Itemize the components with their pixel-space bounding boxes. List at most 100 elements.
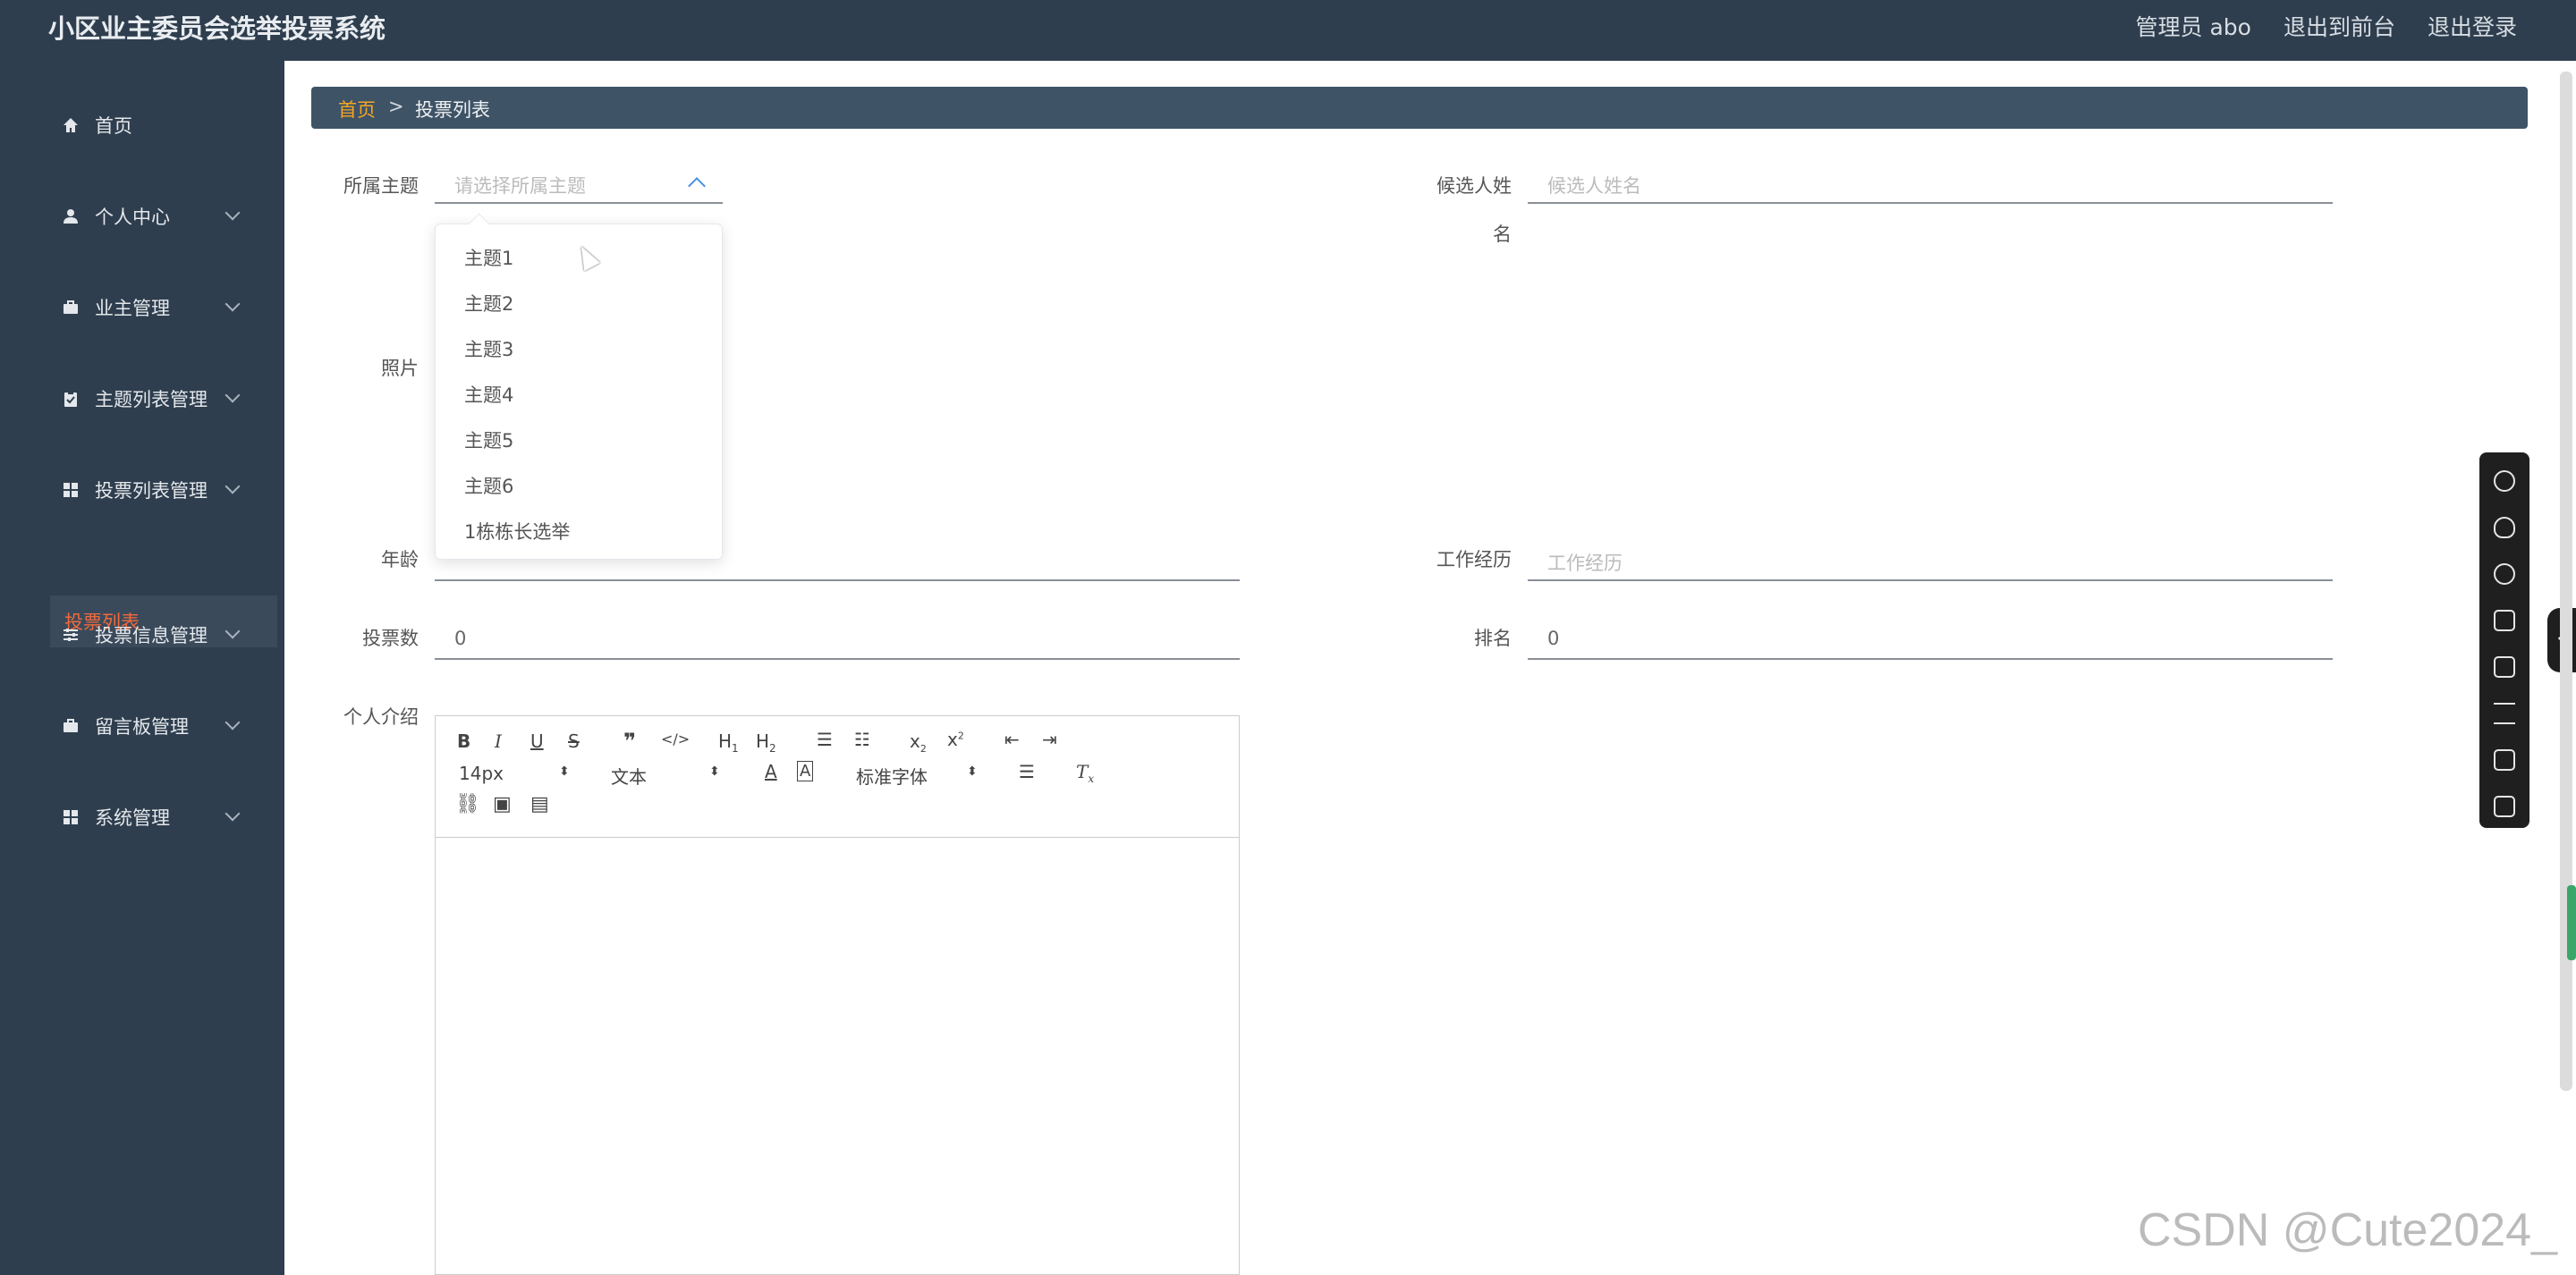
home-icon xyxy=(61,115,80,135)
rank-input[interactable]: 0 xyxy=(1528,619,2333,660)
floating-tool-strip xyxy=(2479,452,2529,828)
current-user: 管理员 abo xyxy=(2135,14,2251,40)
sidebar-item-owner-management[interactable]: 业主管理 xyxy=(0,281,277,334)
candidate-name-label-line1: 候选人姓 xyxy=(1436,175,1512,197)
font-size-select[interactable]: 14px xyxy=(459,763,504,784)
sidebar-item-label: 留言板管理 xyxy=(95,716,189,738)
photo-label: 照片 xyxy=(381,358,419,379)
candidate-name-placeholder: 候选人姓名 xyxy=(1547,175,1641,197)
scrollbar-accent xyxy=(2567,885,2576,960)
intro-label: 个人介绍 xyxy=(343,706,419,728)
sidebar-item-topic-management[interactable]: 主题列表管理 xyxy=(0,372,277,426)
font-family-select[interactable]: 标准字体 xyxy=(856,763,928,789)
chevron-down-icon xyxy=(225,296,241,312)
chevron-down-icon xyxy=(225,623,241,639)
sidebar-item-system-management[interactable]: 系统管理 xyxy=(0,790,277,844)
work-experience-label: 工作经历 xyxy=(1436,549,1512,570)
code-icon[interactable]: </> xyxy=(661,730,690,747)
candidate-name-input[interactable]: 候选人姓名 xyxy=(1528,163,2333,204)
subscript-icon[interactable]: x2 xyxy=(910,730,927,755)
chevron-down-icon xyxy=(225,205,241,221)
font-family-arrows-icon: ⬍ xyxy=(967,764,978,779)
flame-tool-icon[interactable] xyxy=(2494,517,2515,538)
logout-link[interactable]: 退出登录 xyxy=(2428,11,2517,45)
heading2-icon[interactable]: H2 xyxy=(756,730,776,755)
dropdown-option[interactable]: 主题1 xyxy=(464,244,513,271)
camera-tool-icon[interactable] xyxy=(2494,796,2515,817)
background-color-icon[interactable]: A xyxy=(797,761,814,781)
user-icon xyxy=(61,207,80,226)
compress-tool-icon[interactable] xyxy=(2494,749,2515,771)
sidebar-item-label: 投票信息管理 xyxy=(95,625,208,646)
age-label: 年龄 xyxy=(381,549,419,570)
sidebar-item-vote-info-management-row[interactable]: 投票信息管理 xyxy=(0,608,277,662)
header-actions: 管理员 abo 退出到前台 退出登录 xyxy=(2136,11,2517,45)
heading1-icon[interactable]: H1 xyxy=(718,730,739,755)
intro-rich-text-editor: B I U S ❞ </> H1 H2 ☰ ☷ x2 x2 ⇤ ⇥ 14px ⬍… xyxy=(435,715,1240,1275)
rank-label: 排名 xyxy=(1474,628,1512,649)
sidebar: 首页 个人中心 业主管理 主题列表管理 投票列表管理 投票列表 投票信息管理 留… xyxy=(0,61,284,1275)
candidate-name-label-line2: 名 xyxy=(1493,224,1512,245)
chevron-down-icon xyxy=(225,714,241,730)
superscript-icon[interactable]: x2 xyxy=(947,729,964,750)
dropdown-option[interactable]: 主题2 xyxy=(464,290,513,317)
top-header: 小区业主委员会选举投票系统 管理员 abo 退出到前台 退出登录 xyxy=(0,0,2576,61)
bold-icon[interactable]: B xyxy=(457,730,470,752)
dropdown-option[interactable]: 主题4 xyxy=(464,381,513,408)
sidebar-item-label: 个人中心 xyxy=(95,207,170,228)
sidebar-item-personal-center[interactable]: 个人中心 xyxy=(0,190,277,243)
breadcrumb-separator: > xyxy=(388,96,404,117)
dropdown-option[interactable]: 主题5 xyxy=(464,426,513,453)
align-icon[interactable]: ☰ xyxy=(1019,761,1035,782)
bullet-list-icon[interactable]: ☷ xyxy=(854,729,870,750)
votes-input[interactable]: 0 xyxy=(435,619,1240,660)
chevron-up-icon xyxy=(688,177,706,195)
clipboard-icon xyxy=(61,389,80,409)
breadcrumb-home-link[interactable]: 首页 xyxy=(338,96,376,122)
swap-tool-icon[interactable] xyxy=(2494,703,2515,724)
sidebar-item-home[interactable]: 首页 xyxy=(0,98,277,152)
dropdown-option[interactable]: 主题3 xyxy=(464,335,513,362)
dropdown-option[interactable]: 1栋栋长选举 xyxy=(464,518,570,545)
underline-icon[interactable]: U xyxy=(530,730,544,752)
sidebar-item-label: 首页 xyxy=(95,115,132,137)
exit-front-link[interactable]: 退出到前台 xyxy=(2284,11,2395,45)
app-title: 小区业主委员会选举投票系统 xyxy=(48,13,386,44)
indent-icon[interactable]: ⇥ xyxy=(1042,729,1057,750)
sidebar-item-label: 业主管理 xyxy=(95,298,170,319)
sidebar-item-label: 投票列表管理 xyxy=(95,480,208,502)
italic-icon[interactable]: I xyxy=(495,730,502,752)
dropdown-option[interactable]: 主题6 xyxy=(464,472,513,499)
votes-label: 投票数 xyxy=(362,628,419,649)
briefcase-icon xyxy=(61,716,80,736)
sidebar-item-label: 主题列表管理 xyxy=(95,389,208,410)
image-icon[interactable]: ▣ xyxy=(493,793,512,815)
chevron-down-icon xyxy=(225,478,241,494)
video-icon[interactable]: ▤ xyxy=(530,793,549,815)
grid-icon xyxy=(61,480,80,500)
sliders-icon xyxy=(61,625,80,645)
strike-icon[interactable]: S xyxy=(568,730,580,752)
text-color-icon[interactable]: A xyxy=(765,761,777,782)
play-tool-icon[interactable] xyxy=(2494,656,2515,678)
topic-select[interactable]: 请选择所属主题 xyxy=(435,163,723,204)
topic-placeholder: 请选择所属主题 xyxy=(454,175,586,197)
clear-format-icon[interactable]: Tx xyxy=(1076,761,1094,785)
sidebar-item-vote-list-management[interactable]: 投票列表管理 xyxy=(0,463,277,517)
link-icon[interactable]: ⛓ xyxy=(455,793,480,815)
breadcrumb-current: 投票列表 xyxy=(415,99,490,121)
sidebar-item-message-board-management[interactable]: 留言板管理 xyxy=(0,699,277,753)
editor-toolbar: B I U S ❞ </> H1 H2 ☰ ☷ x2 x2 ⇤ ⇥ 14px ⬍… xyxy=(436,716,1239,838)
ordered-list-icon[interactable]: ☰ xyxy=(817,729,833,750)
refresh-tool-icon[interactable] xyxy=(2494,563,2515,585)
blockquote-icon[interactable]: ❞ xyxy=(623,729,636,754)
chevron-down-icon xyxy=(225,806,241,822)
work-experience-placeholder: 工作经历 xyxy=(1547,553,1623,574)
search-tool-icon[interactable] xyxy=(2494,470,2515,492)
video-record-tool-icon[interactable] xyxy=(2494,610,2515,631)
outdent-icon[interactable]: ⇤ xyxy=(1004,729,1020,750)
heading-select[interactable]: 文本 xyxy=(611,763,647,789)
chevron-down-icon xyxy=(225,387,241,403)
watermark: CSDN @Cute2024_ xyxy=(2138,1204,2558,1256)
work-experience-input[interactable]: 工作经历 xyxy=(1528,540,2333,581)
